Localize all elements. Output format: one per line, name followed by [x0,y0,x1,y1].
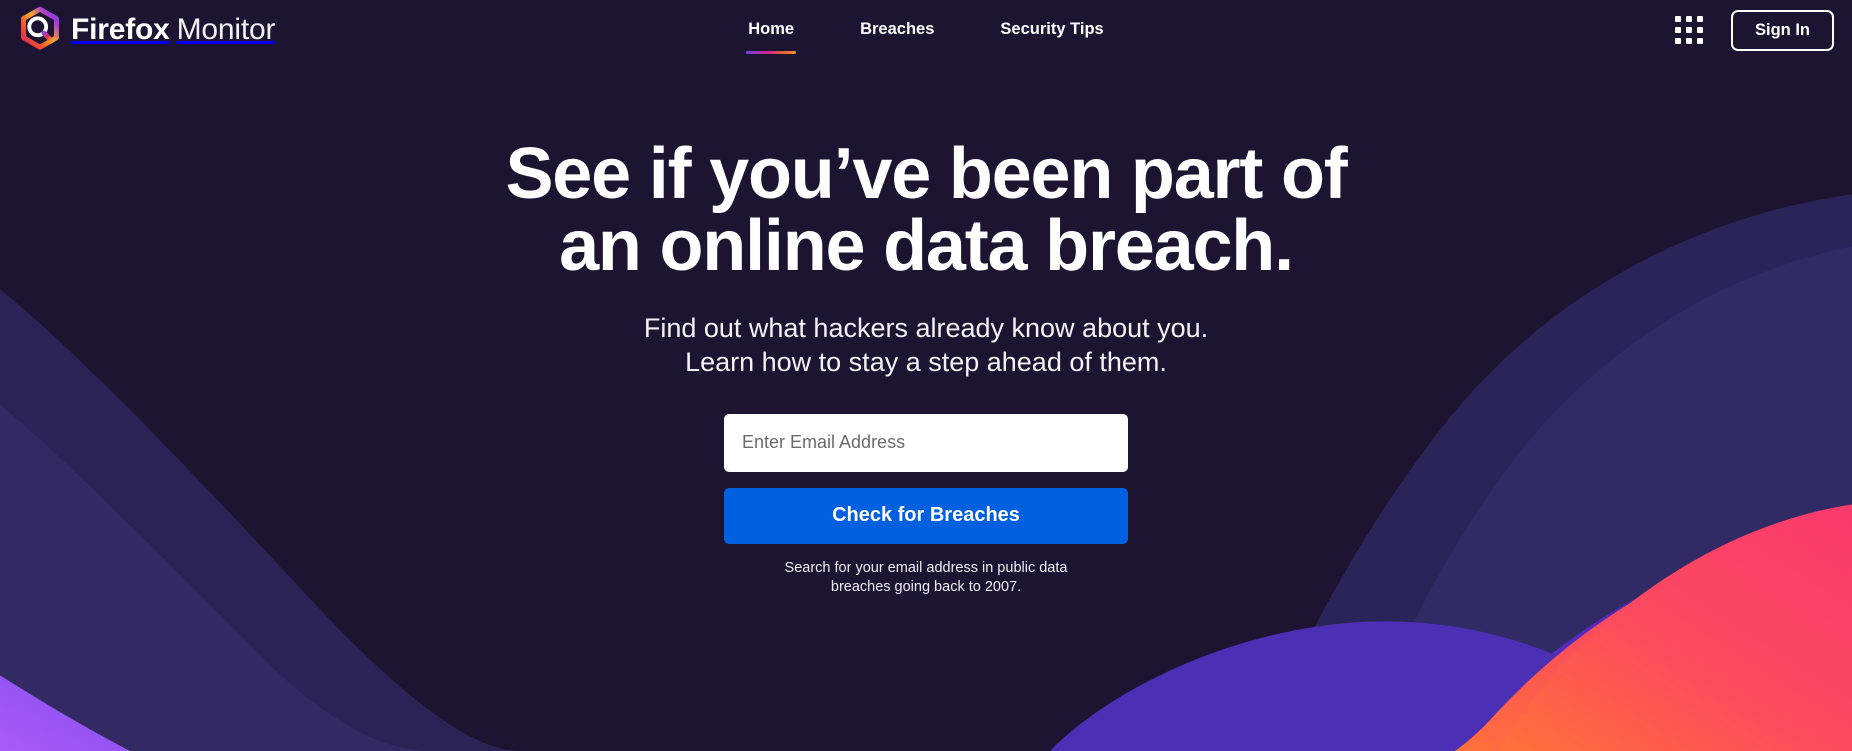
apps-grid-dot [1675,27,1681,33]
brand-name-firefox: Firefox [71,13,170,46]
subtitle-line-2: Learn how to stay a step ahead of them. [685,346,1167,377]
nav-item-breaches[interactable]: Breaches [858,16,936,45]
email-input[interactable] [724,413,1128,472]
site-header: Firefox Monitor Home Breaches Security Ti… [0,0,1852,60]
apps-grid-dot [1686,27,1692,33]
nav-item-home-label: Home [748,19,795,38]
nav-item-breaches-label: Breaches [860,19,935,38]
page-title: See if you’ve been part of an online dat… [505,138,1347,282]
nav-item-security-tips-label: Security Tips [1000,19,1104,38]
headline-line-1: See if you’ve been part of [505,134,1347,214]
main-nav: Home Breaches Security Tips [0,0,1852,60]
sign-in-button[interactable]: Sign In [1731,9,1834,51]
brand-name-monitor: Monitor [176,13,276,46]
nav-item-home[interactable]: Home [746,16,797,54]
page-root: Firefox Monitor Home Breaches Security Ti… [0,0,1852,751]
helper-line-2: breaches going back to 2007. [830,578,1022,595]
form-helper-text: Search for your email address in public … [785,559,1068,597]
apps-grid-icon[interactable] [1673,14,1705,46]
hero-subtitle: Find out what hackers already know about… [644,312,1208,380]
check-for-breaches-button[interactable]: Check for Breaches [724,487,1128,544]
apps-grid-dot [1686,38,1692,44]
hero-section: See if you’ve been part of an online dat… [0,60,1852,597]
brand-logo-link[interactable]: Firefox Monitor [18,6,275,54]
apps-grid-dot [1686,16,1692,22]
apps-grid-dot [1675,16,1681,22]
apps-grid-dot [1697,38,1703,44]
nav-item-security-tips[interactable]: Security Tips [998,16,1105,45]
headline-line-2: an online data breach. [559,206,1294,286]
breach-scan-form: Check for Breaches Search for your email… [724,413,1128,597]
apps-grid-dot [1675,38,1681,44]
apps-grid-dot [1697,16,1703,22]
header-actions: Sign In [1673,9,1834,51]
nav-active-underline [746,50,797,54]
helper-line-1: Search for your email address in public … [784,559,1068,576]
subtitle-line-1: Find out what hackers already know about… [643,313,1209,343]
apps-grid-dot [1697,27,1703,33]
firefox-monitor-hexagon-magnifier-logo [21,6,59,50]
brand-wordmark: Firefox Monitor [71,13,275,47]
